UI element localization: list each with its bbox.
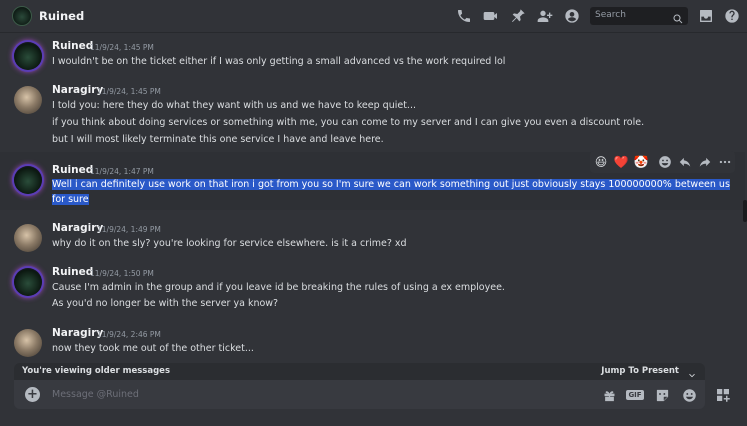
inbox-icon[interactable] [698, 8, 714, 24]
message-author[interactable]: Ruined [52, 164, 93, 176]
message-author[interactable]: Ruined [52, 40, 93, 52]
emoji-icon[interactable] [681, 387, 697, 403]
chevron-down-icon[interactable] [687, 366, 697, 378]
message-author[interactable]: Naragiry [52, 84, 103, 96]
gift-icon[interactable] [601, 387, 617, 403]
reaction-laugh-button[interactable]: 😆 [592, 153, 610, 171]
more-options-icon[interactable] [716, 153, 734, 171]
message-timestamp: 11/9/24, 1:47 PM [90, 167, 154, 176]
reply-icon[interactable] [676, 153, 694, 171]
help-icon[interactable] [724, 8, 740, 24]
search-box[interactable]: Search [590, 7, 688, 25]
plus-icon[interactable]: + [25, 387, 40, 402]
message-text: I told you: here they do what they want … [52, 100, 416, 111]
pin-icon[interactable] [510, 8, 526, 24]
message-author[interactable]: Ruined [52, 266, 93, 278]
avatar[interactable] [14, 224, 42, 252]
reaction-heart-button[interactable]: ❤️ [612, 153, 630, 171]
profile-icon[interactable] [564, 8, 580, 24]
channel-header: Ruined Search [0, 0, 747, 33]
avatar[interactable] [14, 42, 42, 70]
gif-icon[interactable]: GIF [626, 387, 644, 403]
search-icon [672, 10, 684, 24]
video-icon[interactable] [483, 8, 499, 24]
search-placeholder: Search [595, 10, 626, 20]
avatar[interactable] [14, 329, 42, 357]
message-input[interactable] [52, 387, 572, 402]
message-timestamp: 11/9/24, 1:49 PM [97, 225, 161, 234]
avatar[interactable] [14, 268, 42, 296]
message-text: but I will most likely terminate this on… [52, 134, 384, 145]
message-timestamp: 11/9/24, 1:50 PM [90, 269, 154, 278]
scrollbar-thumb[interactable] [743, 200, 747, 222]
add-reaction-icon[interactable] [656, 153, 674, 171]
apps-icon[interactable] [714, 386, 732, 404]
dm-avatar[interactable] [12, 6, 32, 26]
message-text: for sure [52, 194, 89, 205]
message-text: As you'd no longer be with the server ya… [52, 298, 279, 309]
message-timestamp: 11/9/24, 1:45 PM [90, 43, 154, 52]
message-text: now they took me out of the other ticket… [52, 343, 254, 354]
message-timestamp: 11/9/24, 1:45 PM [97, 87, 161, 96]
avatar[interactable] [14, 166, 42, 194]
message-actions-toolbar: 😆 ❤️ 🤡 [590, 151, 735, 173]
dm-title: Ruined [39, 9, 85, 23]
message-text: Cause I'm admin in the group and if you … [52, 282, 505, 293]
message-author[interactable]: Naragiry [52, 327, 103, 339]
forward-icon[interactable] [696, 153, 714, 171]
message-list[interactable]: Ruined 11/9/24, 1:45 PM I wouldn't be on… [0, 33, 747, 363]
older-messages-label: You're viewing older messages [22, 366, 171, 376]
message-composer: + GIF [14, 380, 705, 409]
older-messages-bar[interactable]: You're viewing older messages Jump To Pr… [14, 363, 705, 380]
message-timestamp: 11/9/24, 2:46 PM [97, 330, 161, 339]
message-text: if you think about doing services or som… [52, 117, 645, 128]
message-text: why do it on the sly? you're looking for… [52, 238, 407, 249]
add-member-icon[interactable] [537, 8, 553, 24]
message-author[interactable]: Naragiry [52, 222, 103, 234]
message-text: I wouldn't be on the ticket either if I … [52, 56, 506, 67]
message-text: Well i can definitely use work on that i… [52, 179, 730, 190]
avatar[interactable] [14, 86, 42, 114]
phone-icon[interactable] [456, 8, 472, 24]
jump-to-present-button[interactable]: Jump To Present [601, 366, 679, 376]
sticker-icon[interactable] [654, 387, 670, 403]
reaction-clown-button[interactable]: 🤡 [632, 153, 650, 171]
gif-label: GIF [626, 390, 644, 400]
